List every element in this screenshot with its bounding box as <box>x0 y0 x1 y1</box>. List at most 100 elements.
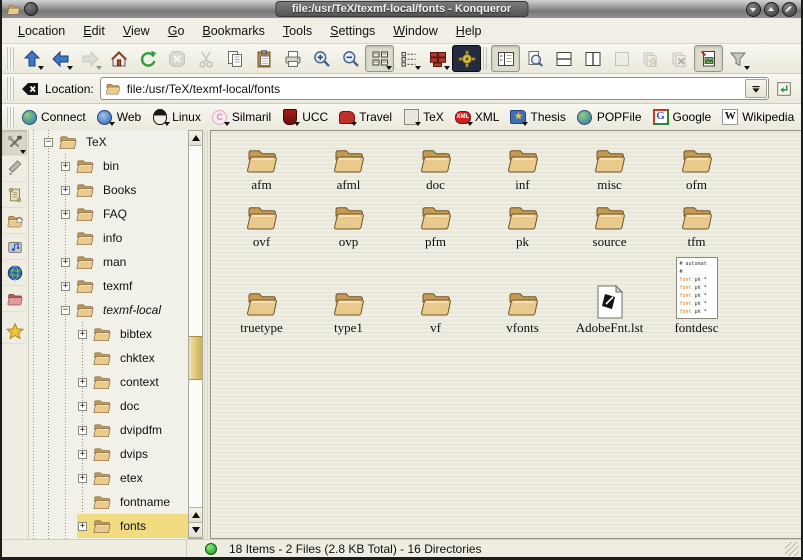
expand-icon[interactable] <box>78 426 87 435</box>
close-button[interactable] <box>782 2 797 17</box>
toolbar-grip[interactable] <box>7 47 14 70</box>
gear-view-button[interactable] <box>452 45 481 72</box>
file-item[interactable]: doc <box>392 136 479 192</box>
bookmark-tex[interactable]: TeX <box>399 108 451 126</box>
file-item[interactable]: vfonts <box>479 249 566 335</box>
file-item[interactable]: afml <box>305 136 392 192</box>
remove-view-button[interactable] <box>607 45 636 72</box>
expand-icon[interactable] <box>61 186 70 195</box>
tree-item-fontname[interactable]: fontname <box>29 490 188 514</box>
collapse-icon[interactable] <box>44 138 53 147</box>
tree-item-texmf[interactable]: texmf <box>29 274 188 298</box>
minimize-button[interactable] <box>746 2 761 17</box>
go-button[interactable] <box>772 78 796 100</box>
file-item[interactable]: source <box>566 192 653 249</box>
menu-location[interactable]: Location <box>10 22 73 40</box>
zoom-out-button[interactable] <box>336 45 365 72</box>
tree-item-texmf-local[interactable]: texmf-local <box>29 298 188 322</box>
scrollbar-thumb[interactable] <box>189 336 202 380</box>
bookmark-web[interactable]: Web <box>93 108 148 126</box>
bookmark-xml[interactable]: XMLXML <box>451 108 507 126</box>
split-vertical-button[interactable] <box>578 45 607 72</box>
tree-item-dvipdfm[interactable]: dvipdfm <box>29 418 188 442</box>
bookmark-thesis[interactable]: ★Thesis <box>506 108 572 126</box>
file-item[interactable]: inf <box>479 136 566 192</box>
bookmark-ucc[interactable]: UCC <box>278 108 335 126</box>
bookmark-silmaril[interactable]: CSilmaril <box>208 108 278 126</box>
expand-icon[interactable] <box>78 402 87 411</box>
sidebar-root-folder-button[interactable] <box>2 286 27 312</box>
zoom-in-button[interactable] <box>307 45 336 72</box>
location-value[interactable]: file:/usr/TeX/texmf-local/fonts <box>127 82 280 96</box>
bookmark-google[interactable]: GGoogle <box>649 108 719 126</box>
bookmark-linux[interactable]: Linux <box>148 108 208 126</box>
collapse-icon[interactable] <box>61 306 70 315</box>
maximize-button[interactable] <box>764 2 779 17</box>
location-input[interactable]: file:/usr/TeX/texmf-local/fonts <box>100 77 769 100</box>
bookmark-connect[interactable]: Connect <box>17 108 93 126</box>
tree-view-button[interactable] <box>394 45 423 72</box>
file-item[interactable]: ovf <box>218 192 305 249</box>
sidebar-configure-button[interactable] <box>2 130 27 156</box>
close-view-button[interactable] <box>665 45 694 72</box>
expand-icon[interactable] <box>78 330 87 339</box>
toolbar-grip[interactable] <box>7 107 14 127</box>
file-item[interactable]: truetype <box>218 249 305 335</box>
tree-item-etex[interactable]: etex <box>29 466 188 490</box>
file-item[interactable]: afm <box>218 136 305 192</box>
menu-view[interactable]: View <box>115 22 158 40</box>
expand-icon[interactable] <box>78 474 87 483</box>
tree-scrollbar[interactable] <box>188 130 203 539</box>
sidebar-pencil-button[interactable] <box>2 156 27 182</box>
window-menu-button[interactable] <box>24 2 38 16</box>
file-item[interactable]: vf <box>392 249 479 335</box>
menu-window[interactable]: Window <box>385 22 445 40</box>
bookmark-popfile[interactable]: POPFile <box>573 108 649 126</box>
file-item[interactable]: ofm <box>653 136 740 192</box>
clear-location-button[interactable] <box>17 75 43 102</box>
tree-item-faq[interactable]: FAQ <box>29 202 188 226</box>
scroll-down-button[interactable] <box>189 522 202 538</box>
menu-bookmarks[interactable]: Bookmarks <box>194 22 273 40</box>
expand-icon[interactable] <box>61 258 70 267</box>
expand-icon[interactable] <box>78 522 87 531</box>
tree-item-tex[interactable]: TeX <box>29 130 188 154</box>
tree-item-bin[interactable]: bin <box>29 154 188 178</box>
tree-item-dvips[interactable]: dvips <box>29 442 188 466</box>
sidebar-history-button[interactable] <box>2 182 27 208</box>
expand-icon[interactable] <box>61 210 70 219</box>
tree-item-man[interactable]: man <box>29 250 188 274</box>
menu-tools[interactable]: Tools <box>275 22 320 40</box>
show-sidebar-button[interactable] <box>491 45 520 72</box>
file-item[interactable]: # automat # font pk * font pk * font pk … <box>653 249 740 335</box>
menu-settings[interactable]: Settings <box>322 22 383 40</box>
file-icon-view[interactable]: afm afml doc inf misc ofm ovf ovp pfm pk… <box>210 130 801 539</box>
bookmark-wikipedia[interactable]: WWikipedia <box>718 108 801 126</box>
tree-item-info[interactable]: info <box>29 226 188 250</box>
sidebar-bookmarks-button[interactable] <box>2 318 27 344</box>
cut-button[interactable] <box>191 45 220 72</box>
paste-button[interactable] <box>249 45 278 72</box>
scroll-up-button-2[interactable] <box>189 507 202 523</box>
menu-go[interactable]: Go <box>160 22 193 40</box>
file-item[interactable]: misc <box>566 136 653 192</box>
home-button[interactable] <box>104 45 133 72</box>
scroll-up-button[interactable] <box>189 131 202 146</box>
bookmark-travel[interactable]: Travel <box>335 108 399 126</box>
icon-view-button[interactable] <box>365 45 394 72</box>
menu-edit[interactable]: Edit <box>75 22 113 40</box>
file-item[interactable]: ovp <box>305 192 392 249</box>
tree-item-chktex[interactable]: chktex <box>29 346 188 370</box>
stop-button[interactable] <box>162 45 191 72</box>
split-horizontal-button[interactable] <box>549 45 578 72</box>
expand-icon[interactable] <box>78 378 87 387</box>
location-dropdown-button[interactable] <box>745 79 767 98</box>
sidebar-services-button[interactable] <box>2 234 27 260</box>
detail-view-button[interactable] <box>423 45 452 72</box>
toolbar-grip[interactable] <box>7 77 14 100</box>
print-button[interactable] <box>278 45 307 72</box>
forward-button[interactable] <box>75 45 104 72</box>
reload-button[interactable] <box>133 45 162 72</box>
up-button[interactable] <box>17 45 46 72</box>
expand-icon[interactable] <box>61 282 70 291</box>
